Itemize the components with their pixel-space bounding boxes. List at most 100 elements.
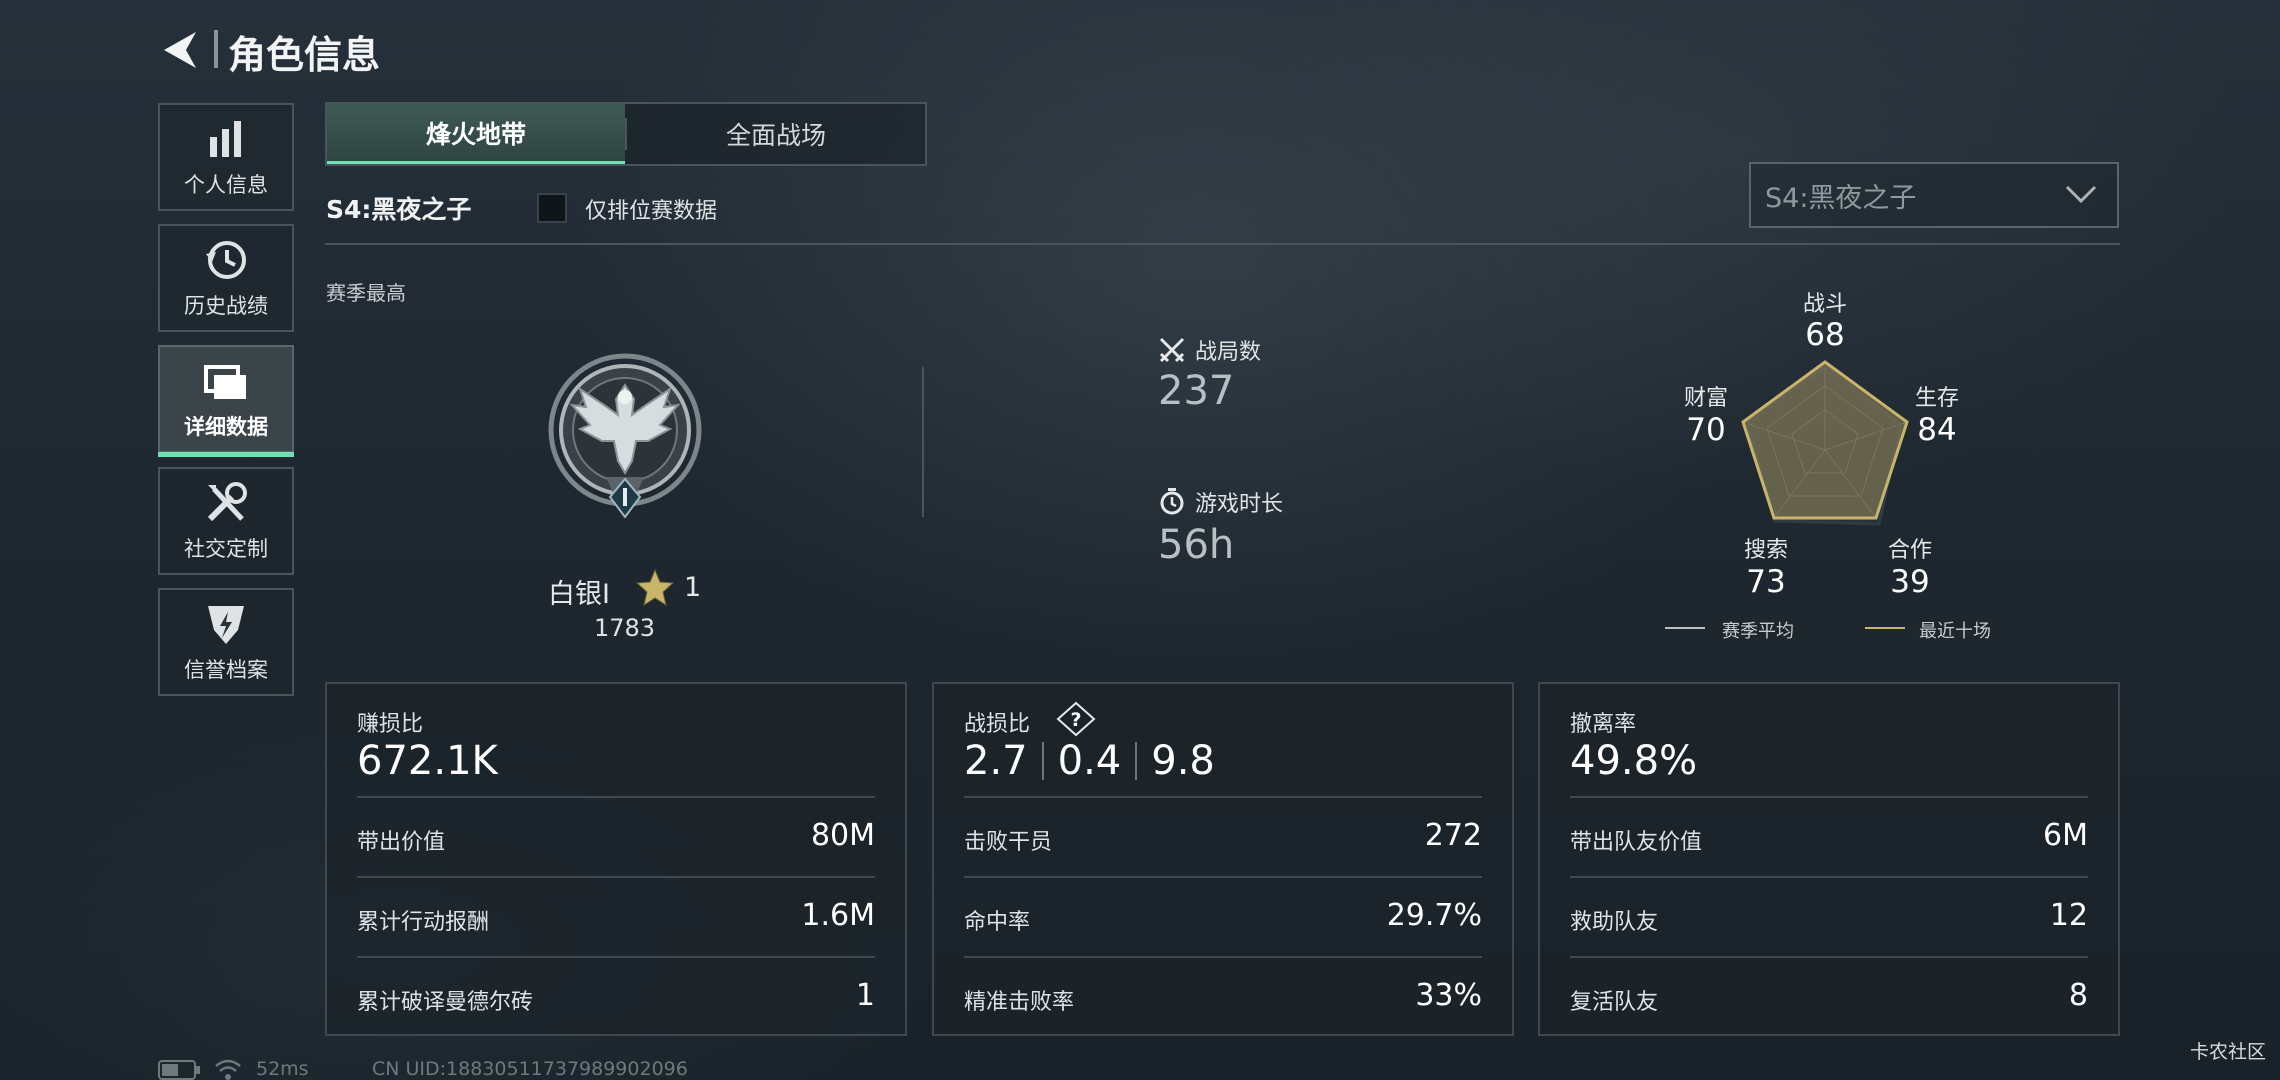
stat-row-value: 8 <box>2068 978 2088 1013</box>
stat-row-label: 击败干员 <box>964 830 1053 855</box>
card-divider <box>1570 796 2088 798</box>
stat-row-label: 带出队友价值 <box>1570 830 1703 855</box>
sidebar-item-label: 社交定制 <box>184 537 268 561</box>
ping-text: 52ms <box>256 1058 309 1080</box>
matches-label: 战局数 <box>1195 340 1262 365</box>
extract-card: 撤离率 49.8% 带出队友价值 6M 救助队友 12 复活队友 8 <box>1538 682 2120 1036</box>
card-divider <box>1570 956 2088 958</box>
extract-value: 49.8% <box>1570 738 1698 784</box>
stat-row-label: 累计破译曼德尔砖 <box>357 990 534 1015</box>
radar-axis-value: 39 <box>1890 564 1930 600</box>
kd-value-overall: 2.7 <box>964 738 1028 784</box>
matches-value: 237 <box>1158 368 1235 414</box>
section-divider <box>325 243 2120 245</box>
kd-value-second: 0.4 <box>1057 738 1122 784</box>
tools-icon <box>207 482 247 522</box>
chevron-down-icon <box>2065 185 2097 204</box>
sidebar-item-label: 历史战绩 <box>184 294 268 318</box>
uid-text: CN UID:18830511737989902096 <box>372 1058 688 1080</box>
stat-row-value: 1 <box>855 978 875 1013</box>
stat-row-value: 80M <box>810 818 875 853</box>
tab-battlefield[interactable]: 全面战场 <box>627 104 925 164</box>
extract-title: 撤离率 <box>1570 712 1637 737</box>
rank-name: 白银Ⅰ <box>548 579 610 610</box>
overview-divider <box>922 367 924 517</box>
sidebar-item-label: 个人信息 <box>184 173 268 197</box>
radar-axis-label: 财富 <box>1683 386 1728 411</box>
kd-title: 战损比 <box>964 712 1031 737</box>
profit-value: 672.1K <box>357 738 498 784</box>
season-dropdown-value: S4:黑夜之子 <box>1765 182 1917 214</box>
stat-row-label: 救助队友 <box>1570 910 1659 935</box>
radar-recent-area <box>1741 360 1909 520</box>
radar-axis-label: 战斗 <box>1802 292 1847 317</box>
legend-label-recent: 最近十场 <box>1919 621 1991 642</box>
sidebar-item-social[interactable]: 社交定制 <box>158 467 294 575</box>
stopwatch-icon <box>1160 488 1184 515</box>
card-divider <box>357 796 875 798</box>
card-divider <box>1570 876 2088 878</box>
legend-label-average: 赛季平均 <box>1722 621 1794 642</box>
stat-row-value: 1.6M <box>801 898 875 933</box>
back-arrow-icon <box>164 32 196 68</box>
kd-divider <box>1041 742 1044 780</box>
radar-axis-label: 搜索 <box>1743 538 1788 563</box>
stat-row-label: 命中率 <box>964 910 1031 935</box>
stat-row-label: 复活队友 <box>1570 990 1659 1015</box>
kd-divider <box>1135 742 1138 780</box>
help-glyph: ? <box>1070 709 1081 731</box>
sidebar-item-history[interactable]: 历史战绩 <box>158 224 294 332</box>
card-divider <box>964 796 1482 798</box>
rank-star-count: 1 <box>684 572 702 603</box>
season-best-label: 赛季最高 <box>326 281 406 305</box>
folder-icon <box>204 365 246 399</box>
stat-row-label: 精准击败率 <box>964 990 1075 1015</box>
stat-row-value: 6M <box>2043 818 2088 853</box>
radar-axis-value: 73 <box>1746 564 1786 600</box>
back-button[interactable] <box>158 28 200 72</box>
radar-axis-value: 84 <box>1917 412 1957 448</box>
card-divider <box>964 956 1482 958</box>
tab-warzone[interactable]: 烽火地带 <box>327 104 625 164</box>
stat-row-label: 累计行动报酬 <box>357 910 490 935</box>
ranked-only-label: 仅排位赛数据 <box>585 199 718 224</box>
sidebar-item-profile[interactable]: 个人信息 <box>158 103 294 211</box>
star-icon <box>636 568 674 606</box>
season-dropdown[interactable]: S4:黑夜之子 <box>1749 162 2119 228</box>
season-name: S4:黑夜之子 <box>326 195 472 224</box>
radar-chart <box>1665 360 1909 629</box>
mode-tabs: 烽火地带 全面战场 <box>325 102 927 166</box>
sidebar-item-details[interactable]: 详细数据 <box>158 345 294 457</box>
stat-row-value: 272 <box>1424 818 1482 853</box>
radar-axis-value: 68 <box>1805 317 1845 353</box>
radar-axis-label: 合作 <box>1887 538 1932 563</box>
stat-row-value: 29.7% <box>1386 898 1482 933</box>
sidebar-item-credit[interactable]: 信誉档案 <box>158 588 294 696</box>
rank-score: 1783 <box>594 614 656 642</box>
page-title: 角色信息 <box>228 33 381 77</box>
sidebar-item-label: 信誉档案 <box>184 658 268 682</box>
ranked-only-checkbox[interactable] <box>537 193 567 223</box>
card-divider <box>964 876 1482 878</box>
sidebar-item-label: 详细数据 <box>184 415 268 439</box>
title-divider <box>214 30 218 68</box>
profit-title: 赚损比 <box>357 712 424 737</box>
wifi-icon <box>215 1059 241 1080</box>
bar-chart-icon <box>210 121 241 157</box>
rank-emblem-icon <box>548 353 702 519</box>
card-divider <box>357 956 875 958</box>
history-icon <box>206 241 246 279</box>
kd-values: 2.7 0.4 9.8 <box>964 738 1215 784</box>
profit-card: 赚损比 672.1K 带出价值 80M 累计行动报酬 1.6M 累计破译曼德尔砖… <box>325 682 907 1036</box>
stat-row-label: 带出价值 <box>357 830 446 855</box>
kd-card: 战损比 ? 2.7 0.4 9.8 击败干员 272 命中率 29.7% 精准击… <box>932 682 1514 1036</box>
kd-value-third: 9.8 <box>1151 738 1215 784</box>
badge-icon <box>208 606 244 644</box>
radar-axis-value: 70 <box>1686 412 1726 448</box>
card-divider <box>357 876 875 878</box>
battery-icon <box>158 1060 200 1080</box>
stat-row-value: 12 <box>2049 898 2088 933</box>
watermark-text: 卡农社区 <box>2189 1041 2266 1063</box>
stat-row-value: 33% <box>1415 978 1482 1013</box>
help-icon[interactable]: ? <box>1056 701 1096 737</box>
